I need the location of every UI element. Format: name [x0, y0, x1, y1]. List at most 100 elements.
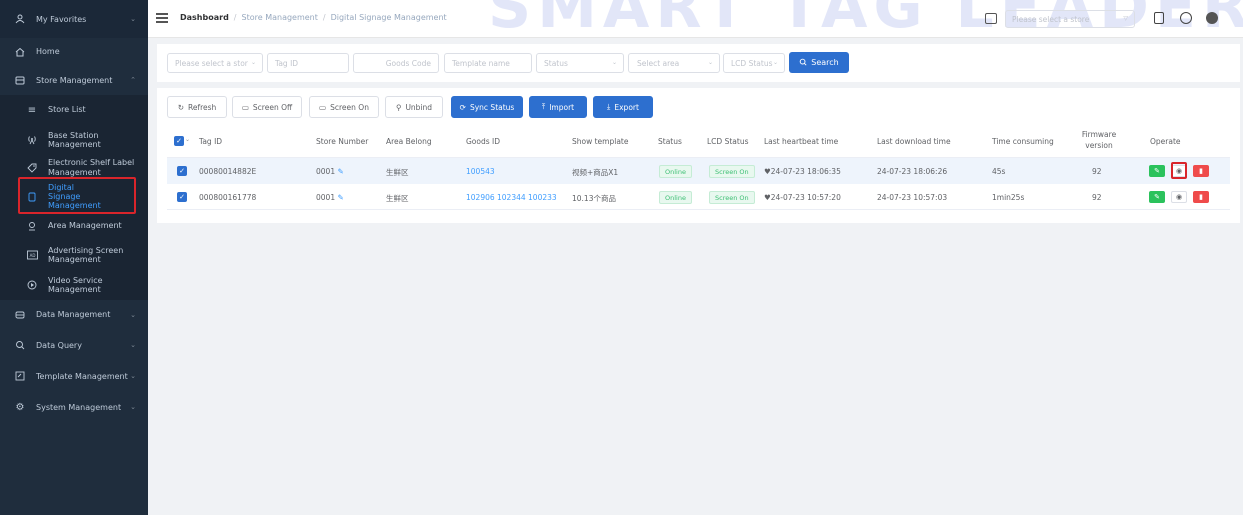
sidebar-item-store-management[interactable]: Store Management ⌃ [0, 65, 148, 95]
col-time: Time consuming [992, 137, 1054, 146]
lcd-status-select[interactable]: LCD Status ⌄ [723, 53, 785, 73]
sidebar-item-video-service[interactable]: Video Service Management [0, 270, 148, 300]
screen-toggle-button[interactable]: ◉ [1171, 191, 1187, 203]
cell-store-number: 0001 ✎ [316, 167, 344, 176]
lcd-placeholder: LCD Status [731, 59, 773, 68]
select-all-checkbox[interactable]: ✓ [174, 136, 184, 146]
breadcrumb-root[interactable]: Dashboard [180, 13, 229, 22]
chevron-down-icon: ⌄ [611, 59, 617, 66]
search-button-label: Search [811, 58, 839, 67]
sidebar-item-base-station[interactable]: Base Station Management [0, 126, 148, 154]
row-checkbox[interactable]: ✓ [177, 166, 187, 176]
eye-icon: ◉ [1175, 193, 1183, 201]
sidebar-esl-label: Electronic Shelf Label Management [48, 158, 135, 177]
sidebar-item-advertising[interactable]: AD Advertising Screen Management [0, 240, 148, 270]
user-avatar-icon[interactable] [1206, 12, 1218, 24]
goods-code-input[interactable]: Goods Code [353, 53, 439, 73]
link-icon: ⚲ [395, 102, 402, 112]
sidebar-store-management-label: Store Management [36, 75, 113, 85]
ad-icon: AD [26, 249, 38, 261]
sync-status-button[interactable]: ⟳ Sync Status [451, 96, 523, 118]
header-store-select[interactable]: Please select a store ▽ [1005, 10, 1135, 28]
template-icon [14, 370, 26, 382]
signage-icon [26, 191, 38, 203]
col-heartbeat: Last heartbeat time [764, 137, 839, 146]
store-management-submenu: ≡ Store List Base Station Management Ele… [0, 95, 148, 300]
delete-button[interactable]: ▮ [1193, 165, 1209, 177]
database-icon [14, 309, 26, 321]
sidebar-item-data-management[interactable]: Data Management ⌄ [0, 300, 148, 329]
edit-icon[interactable]: ✎ [337, 193, 343, 202]
row-checkbox[interactable]: ✓ [177, 192, 187, 202]
upload-icon: ⤒ [541, 102, 546, 111]
sidebar-item-area[interactable]: Area Management [0, 212, 148, 240]
refresh-icon: ↻ [177, 102, 184, 112]
tablet-icon[interactable] [1154, 12, 1164, 24]
sync-status-label: Sync Status [469, 102, 515, 112]
import-button[interactable]: ⤒ Import [529, 96, 587, 118]
edit-button[interactable]: ✎ [1149, 165, 1165, 177]
template-name-input[interactable]: Template name [444, 53, 532, 73]
cell-download: 24-07-23 18:06:26 [877, 167, 948, 176]
globe-icon[interactable] [1180, 12, 1192, 24]
col-tag-id: Tag ID [199, 137, 223, 146]
edit-icon[interactable]: ✎ [337, 167, 343, 176]
cell-store-number: 0001 ✎ [316, 193, 344, 202]
select-all-dropdown-icon[interactable]: ⌄ [185, 136, 190, 143]
tag-icon [26, 162, 38, 174]
sidebar-item-favorites[interactable]: My Favorites ⌄ [0, 0, 148, 38]
edit-icon: ✎ [1154, 193, 1160, 201]
cell-template: 10.13个商品 [572, 194, 616, 203]
sidebar-item-home[interactable]: Home [0, 38, 148, 65]
screen-off-button[interactable]: ▭ Screen Off [232, 96, 302, 118]
cell-area: 生鲜区 [386, 194, 409, 203]
col-lcd: LCD Status [707, 137, 749, 146]
sidebar-item-esl[interactable]: Electronic Shelf Label Management [0, 154, 148, 181]
location-icon [26, 220, 38, 232]
unbind-label: Unbind [405, 102, 433, 112]
sidebar-item-data-query[interactable]: Data Query ⌄ [0, 329, 148, 361]
sidebar-item-template-management[interactable]: Template Management ⌄ [0, 361, 148, 391]
search-button[interactable]: Search [789, 52, 849, 73]
play-icon [26, 279, 38, 291]
cell-goods-id[interactable]: 102906 102344 100233 [466, 193, 557, 202]
unbind-button[interactable]: ⚲ Unbind [385, 96, 443, 118]
sidebar-item-store-list[interactable]: ≡ Store List [0, 95, 148, 126]
store-select[interactable]: Please select a stor ⌄ [167, 53, 263, 73]
svg-text:AD: AD [29, 253, 35, 258]
col-store-number: Store Number [316, 137, 369, 146]
favorites-icon [14, 13, 26, 25]
sidebar-digital-signage-label: Digital Signage Management [48, 182, 101, 211]
sidebar-item-digital-signage[interactable]: Digital Signage Management [0, 181, 148, 212]
cell-store-number-value: 0001 [316, 167, 336, 176]
cell-goods-id[interactable]: 100543 [466, 167, 495, 176]
template-placeholder: Template name [452, 59, 510, 68]
store-icon [14, 74, 26, 86]
screen-off-icon: ▭ [241, 102, 249, 112]
export-button[interactable]: ⤓ Export [593, 96, 653, 118]
delete-button[interactable]: ▮ [1193, 191, 1209, 203]
cell-tag-id: 000800161778 [199, 193, 257, 202]
area-select[interactable]: Select area ⌄ [628, 53, 720, 73]
cell-heartbeat: ♥24-07-23 10:57:20 [764, 193, 841, 202]
refresh-button[interactable]: ↻ Refresh [167, 96, 227, 118]
screen-on-button[interactable]: ▭ Screen On [309, 96, 379, 118]
filter-bar: Please select a stor ⌄ Tag ID Goods Code … [157, 44, 1240, 82]
list-icon: ≡ [27, 105, 37, 116]
cell-heartbeat-value: 24-07-23 18:06:35 [770, 167, 841, 176]
status-select[interactable]: Status ⌄ [536, 53, 624, 73]
sidebar-data-query-label: Data Query [36, 340, 82, 350]
tag-id-input[interactable]: Tag ID [267, 53, 349, 73]
edit-button[interactable]: ✎ [1149, 191, 1165, 203]
cell-store-number-value: 0001 [316, 193, 336, 202]
cell-heartbeat: ♥24-07-23 18:06:35 [764, 167, 841, 176]
home-icon [14, 46, 26, 58]
antenna-icon [26, 134, 38, 146]
sidebar-item-system-management[interactable]: ⚙ System Management ⌄ [0, 391, 148, 423]
export-label: Export [614, 102, 639, 112]
menu-toggle-icon[interactable] [156, 13, 168, 23]
search-icon [799, 58, 807, 68]
chevron-up-icon: ⌃ [130, 76, 136, 84]
col-download: Last download time [877, 137, 951, 146]
col-operate: Operate [1150, 137, 1181, 146]
